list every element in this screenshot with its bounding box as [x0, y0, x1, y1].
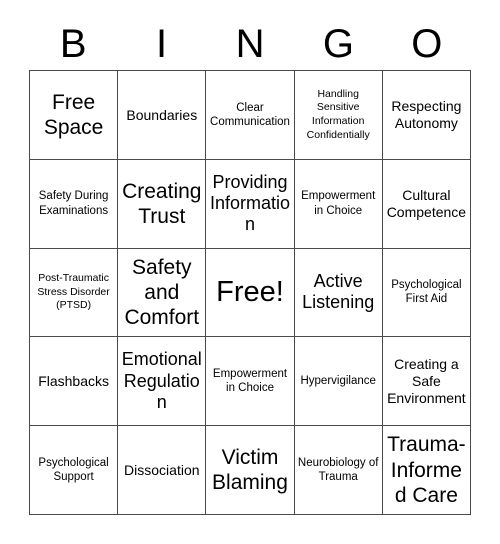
bingo-cell-label: Safety and Comfort: [124, 255, 200, 330]
bingo-cell-label: Trauma-Informed Care: [387, 433, 466, 507]
bingo-cell-label: Psychological Support: [38, 456, 109, 484]
bingo-grid: Free Space Boundaries Clear Communication H…: [29, 70, 471, 515]
bingo-cell-label: Free Space: [43, 90, 104, 139]
bingo-cell-r3c2[interactable]: Safety and Comfort: [118, 248, 207, 338]
bingo-cell-label: Hypervigilance: [300, 375, 376, 388]
bingo-cell-r3c4[interactable]: Active Listening: [294, 248, 383, 338]
bingo-cell-r5c5[interactable]: Trauma-Informed Care: [382, 426, 471, 515]
bingo-cell-label: Active Listening: [302, 271, 375, 313]
bingo-cell-label: Neurobiology of Trauma: [297, 456, 379, 484]
bingo-cell-r2c3[interactable]: Providing Information: [206, 159, 295, 249]
bingo-cell-label: Providing Information: [209, 171, 291, 235]
bingo-cell-label: Respecting Autonomy: [391, 98, 462, 131]
bingo-header-letter-o: O: [411, 22, 443, 66]
bingo-cell-r5c3[interactable]: Victim Blaming: [206, 426, 295, 515]
bingo-header-letter-b: B: [59, 22, 87, 66]
bingo-cell-label: Post-Traumatic Stress Disorder (PTSD): [37, 272, 110, 312]
bingo-cell-label: Dissociation: [124, 461, 200, 478]
bingo-cell-label: Safety During Examinations: [38, 190, 109, 217]
bingo-header-letter-i: I: [156, 22, 168, 66]
bingo-card: B I N G O Free Space Boundaries Clear Communic…: [0, 0, 500, 544]
bingo-cell-label: Handling Sensitive Information Confident…: [306, 87, 370, 141]
bingo-cell-r4c4[interactable]: Hypervigilance: [294, 337, 383, 427]
bingo-header-letter-n: N: [235, 22, 265, 66]
bingo-cell-label: Free!: [216, 276, 284, 309]
bingo-cell-r2c4[interactable]: Empowerment in Choice: [294, 159, 383, 249]
bingo-cell-label: Cultural Competence: [386, 186, 467, 220]
bingo-cell-r5c4[interactable]: Neurobiology of Trauma: [294, 426, 383, 515]
bingo-cell-r1c1[interactable]: Free Space: [30, 71, 119, 160]
bingo-cell-r3c3[interactable]: Free!: [206, 248, 295, 338]
bingo-header-letter-g: G: [322, 22, 354, 66]
bingo-cell-label: Empowerment in Choice: [212, 367, 288, 395]
bingo-cell-r4c3[interactable]: Empowerment in Choice: [206, 337, 295, 427]
bingo-cell-r2c5[interactable]: Cultural Competence: [382, 159, 471, 249]
bingo-header: BINGO: [29, 18, 471, 70]
bingo-cell-r1c5[interactable]: Respecting Autonomy: [382, 71, 471, 160]
bingo-cell-label: Empowerment in Choice: [301, 190, 376, 217]
bingo-cell-label: Creating Trust: [122, 179, 202, 228]
bingo-cell-r3c5[interactable]: Psychological First Aid: [382, 248, 471, 338]
bingo-cell-label: Victim Blaming: [212, 445, 288, 495]
bingo-cell-r2c2[interactable]: Creating Trust: [118, 159, 207, 249]
bingo-cell-r5c2[interactable]: Dissociation: [118, 426, 207, 515]
bingo-cell-r1c3[interactable]: Clear Communication: [206, 71, 295, 160]
bingo-cell-label: Flashbacks: [38, 372, 109, 389]
bingo-cell-r4c2[interactable]: Emotional Regulation: [118, 337, 207, 427]
bingo-cell-r2c1[interactable]: Safety During Examinations: [30, 159, 119, 249]
bingo-cell-label: Boundaries: [126, 106, 198, 123]
bingo-cell-r4c1[interactable]: Flashbacks: [30, 337, 119, 427]
bingo-cell-label: Clear Communication: [210, 101, 290, 128]
bingo-cell-label: Creating a Safe Environment: [387, 356, 466, 406]
bingo-cell-label: Emotional Regulation: [121, 349, 202, 412]
bingo-cell-r5c1[interactable]: Psychological Support: [30, 426, 119, 515]
bingo-cell-r4c5[interactable]: Creating a Safe Environment: [382, 337, 471, 427]
bingo-cell-r1c4[interactable]: Handling Sensitive Information Confident…: [294, 71, 383, 160]
bingo-cell-label: Psychological First Aid: [391, 279, 462, 306]
bingo-cell-r1c2[interactable]: Boundaries: [118, 71, 207, 160]
bingo-cell-r3c1[interactable]: Post-Traumatic Stress Disorder (PTSD): [30, 248, 119, 338]
